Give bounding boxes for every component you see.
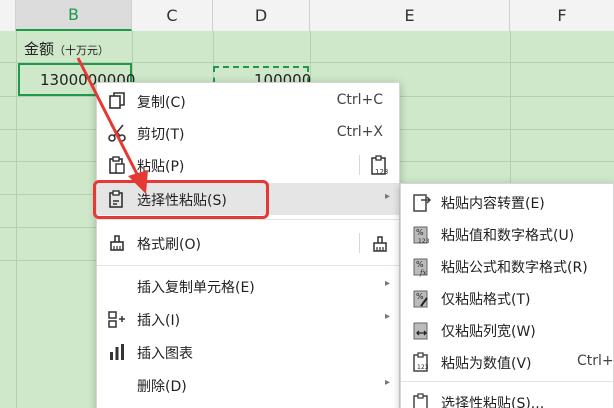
annotation-arrow xyxy=(76,57,148,194)
